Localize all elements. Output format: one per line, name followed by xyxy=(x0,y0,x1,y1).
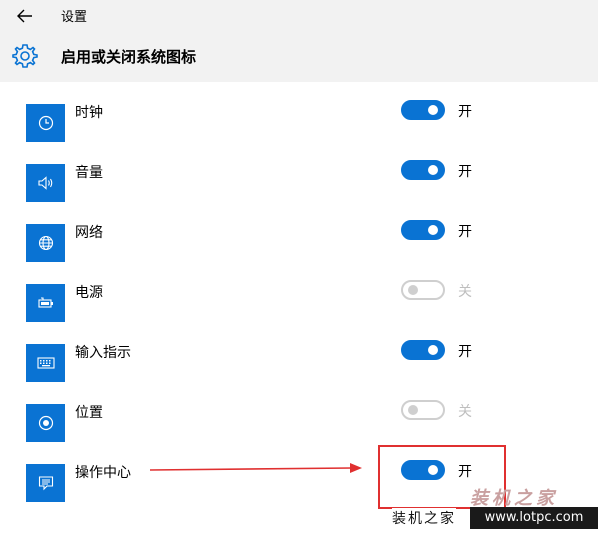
annotation-arrow xyxy=(149,463,362,473)
watermark-brand-small: 装机之家 xyxy=(392,508,456,528)
watermark-url: www.lotpc.com xyxy=(470,507,598,529)
